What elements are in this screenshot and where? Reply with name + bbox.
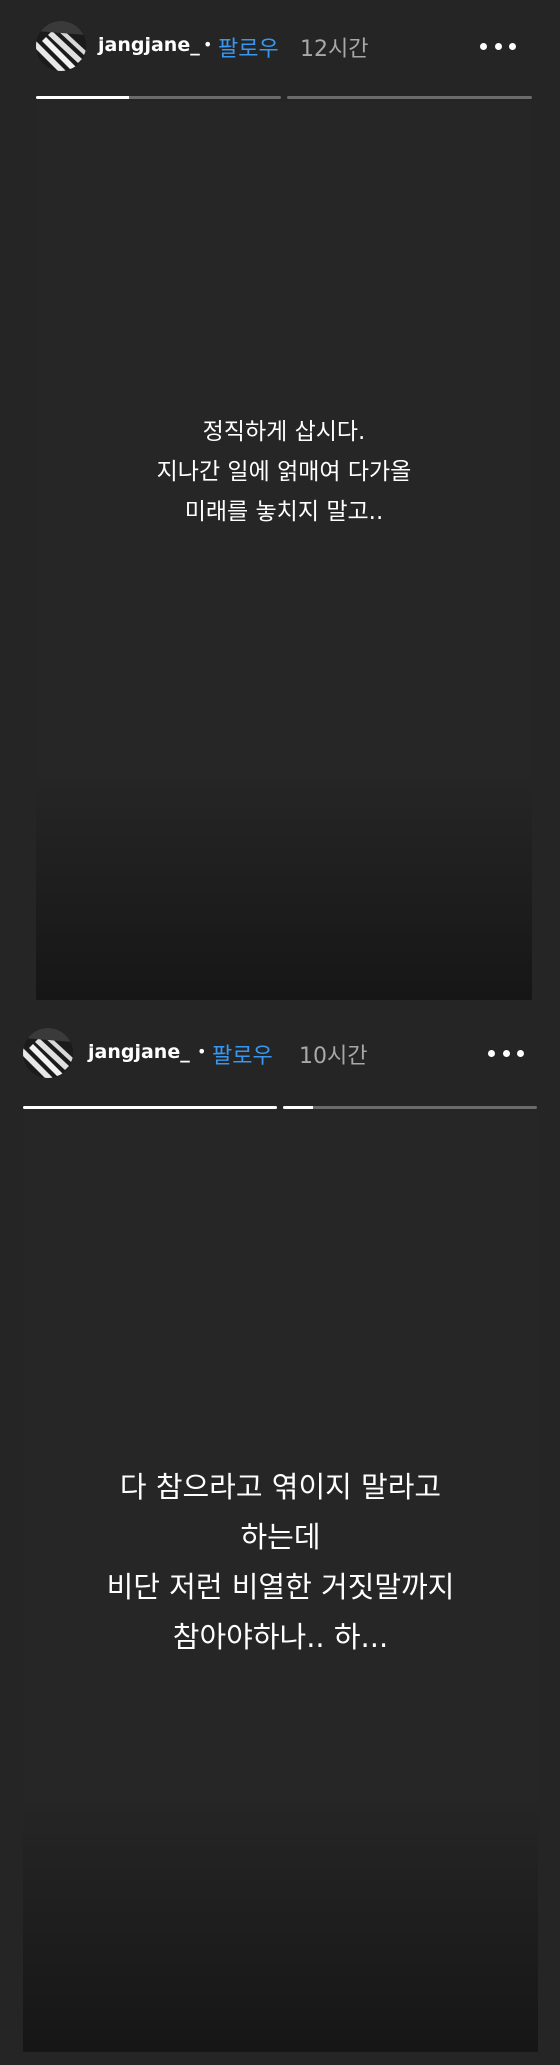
caption-line: 참아야하나.. 하... (172, 1620, 389, 1654)
more-dot (509, 42, 516, 50)
story-caption: 다 참으라고 엮이지 말라고 하는데 비단 저런 비열한 거짓말까지 참아야하나… (23, 1462, 538, 1662)
caption-line: 다 참으라고 엮이지 말라고 (119, 1470, 442, 1504)
avatar[interactable] (36, 21, 86, 71)
more-options-icon[interactable] (480, 40, 516, 52)
progress-segment (283, 1106, 537, 1109)
progress-segment (23, 1106, 277, 1109)
timestamp: 10시간 (299, 1044, 368, 1069)
piano-keys-icon (36, 21, 86, 71)
follow-button[interactable]: 팔로우 (218, 31, 279, 63)
avatar[interactable] (23, 1028, 73, 1078)
more-options-icon[interactable] (488, 1047, 524, 1059)
caption-line: 지나간 일에 얽매여 다가올 (156, 459, 412, 485)
bottom-gradient (36, 770, 532, 1000)
more-dot (502, 1049, 510, 1057)
username[interactable]: jangjane_ (98, 34, 200, 56)
story-post-2: jangjane_ • 팔로우 10시간 다 참으라고 엮이지 말라고 하는데 … (0, 1010, 560, 2065)
caption-line: 비단 저런 비열한 거짓말까지 (106, 1570, 455, 1604)
piano-keys-icon (23, 1028, 73, 1078)
timestamp: 12시간 (300, 37, 369, 62)
story-header: jangjane_ • 팔로우 12시간 (0, 18, 560, 78)
caption-line: 정직하게 삽시다. (202, 419, 366, 445)
separator-dot: • (203, 35, 213, 54)
caption-line: 미래를 놓치지 말고.. (184, 499, 384, 525)
more-dot (480, 42, 487, 50)
progress-fill (283, 1106, 314, 1109)
username[interactable]: jangjane_ (88, 1041, 190, 1063)
progress-segment (36, 96, 281, 99)
more-dot (494, 42, 502, 50)
more-dot (488, 1049, 495, 1057)
progress-fill (23, 1106, 277, 1109)
story-progress (23, 1106, 538, 1109)
story-content[interactable]: 정직하게 삽시다. 지나간 일에 얽매여 다가올 미래를 놓치지 말고.. (36, 102, 532, 1000)
story-header: jangjane_ • 팔로우 10시간 (0, 1025, 560, 1085)
story-content[interactable]: 다 참으라고 엮이지 말라고 하는데 비단 저런 비열한 거짓말까지 참아야하나… (23, 1112, 538, 2052)
follow-button[interactable]: 팔로우 (212, 1038, 273, 1070)
bottom-gradient (23, 1792, 538, 2052)
separator-dot: • (197, 1042, 207, 1061)
story-progress (36, 96, 532, 99)
progress-segment (287, 96, 532, 99)
story-caption: 정직하게 삽시다. 지나간 일에 얽매여 다가올 미래를 놓치지 말고.. (36, 412, 532, 532)
more-dot (517, 1049, 524, 1057)
progress-fill (36, 96, 130, 99)
caption-line: 하는데 (240, 1520, 321, 1554)
story-post-1: jangjane_ • 팔로우 12시간 정직하게 삽시다. 지나간 일에 얽매… (0, 0, 560, 1010)
